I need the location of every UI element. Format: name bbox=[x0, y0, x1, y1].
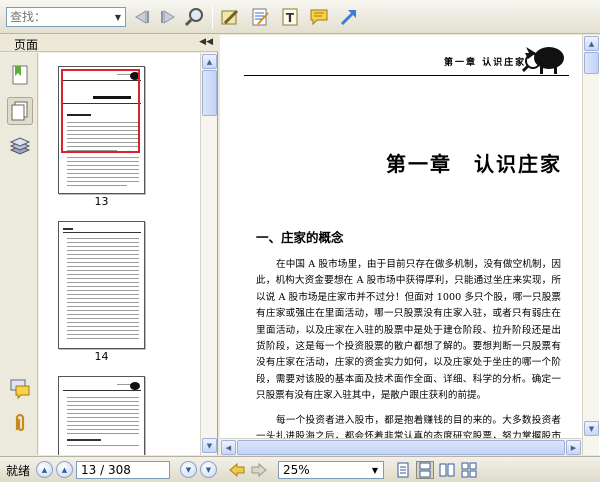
prev-result-icon[interactable] bbox=[131, 6, 153, 28]
last-page-icon[interactable]: ▼ bbox=[200, 461, 217, 478]
side-icon-bar bbox=[0, 53, 38, 455]
search-input[interactable] bbox=[7, 8, 111, 26]
pages-icon[interactable] bbox=[7, 97, 33, 125]
header-rule bbox=[244, 75, 569, 76]
zoom-value: 25% bbox=[283, 463, 310, 477]
thumbnail-label: 14 bbox=[94, 350, 109, 363]
text-tool-icon[interactable]: T bbox=[279, 6, 301, 28]
back-arrow-icon[interactable] bbox=[228, 461, 246, 479]
document-horizontal-scrollbar[interactable]: ◀ ▶ bbox=[220, 438, 582, 455]
continuous-facing-view-icon[interactable] bbox=[460, 461, 478, 479]
svg-text:T: T bbox=[286, 11, 295, 25]
bull-logo-icon bbox=[522, 47, 564, 74]
main-toolbar: ▼ T bbox=[0, 0, 600, 34]
panel-header: 页面 ◀◀ bbox=[0, 35, 218, 52]
chapter-title: 第一章 认识庄家 bbox=[386, 152, 562, 176]
body-text: 在中国 A 股市场里，由于目前只存在做多机制，没有做空机制，因此，机构大资金要想… bbox=[256, 257, 561, 438]
attachment-icon[interactable] bbox=[7, 409, 33, 437]
thumbnail-label: 13 bbox=[94, 195, 109, 208]
search-zoom-icon[interactable] bbox=[184, 6, 206, 28]
next-result-icon[interactable] bbox=[157, 6, 179, 28]
thumbnail-list: 13 14 bbox=[39, 53, 200, 455]
scroll-thumb[interactable] bbox=[202, 70, 217, 116]
continuous-view-icon[interactable] bbox=[416, 461, 434, 479]
next-page-icon[interactable]: ▼ bbox=[180, 461, 197, 478]
paragraph: 在中国 A 股市场里，由于目前只存在做多机制，没有做空机制，因此，机构大资金要想… bbox=[256, 259, 561, 402]
pages-panel: 页面 ◀◀ 13 14 ▲ ▼ bbox=[0, 35, 218, 455]
layers-icon[interactable] bbox=[7, 133, 33, 161]
arrow-tool-icon[interactable] bbox=[338, 6, 360, 28]
page-number-field[interactable]: 13 / 308 bbox=[76, 461, 170, 479]
page-thumbnail-13[interactable] bbox=[58, 66, 145, 194]
zoom-dropdown-icon[interactable]: ▼ bbox=[367, 462, 383, 478]
comment-icon[interactable] bbox=[308, 6, 330, 28]
single-page-view-icon[interactable] bbox=[394, 461, 412, 479]
section-title: 一、庄家的概念 bbox=[256, 230, 344, 245]
status-text: 就绪 bbox=[6, 464, 31, 478]
bookmark-icon[interactable] bbox=[7, 61, 33, 89]
paragraph: 每一个投资者进入股市，都是抱着赚钱的目的来的。大多数投资者一头扎进股海之后，都会… bbox=[256, 414, 561, 438]
scroll-down-icon[interactable]: ▼ bbox=[584, 421, 599, 436]
comments-icon[interactable] bbox=[7, 375, 33, 403]
prev-page-icon[interactable]: ▲ bbox=[56, 461, 73, 478]
scroll-thumb[interactable] bbox=[584, 52, 599, 74]
highlight-pencil-icon[interactable] bbox=[219, 6, 241, 28]
status-bar: 就绪 ▲ ▲ 13 / 308 ▼ ▼ 25% ▼ bbox=[0, 456, 600, 482]
panel-title: 页面 bbox=[14, 38, 39, 52]
search-dropdown-icon[interactable]: ▼ bbox=[111, 8, 125, 26]
scroll-up-icon[interactable]: ▲ bbox=[202, 54, 217, 69]
scroll-right-icon[interactable]: ▶ bbox=[566, 440, 581, 455]
page-thumbnail-15[interactable] bbox=[58, 376, 145, 455]
search-field[interactable]: ▼ bbox=[6, 7, 126, 27]
forward-arrow-icon[interactable] bbox=[250, 461, 268, 479]
scroll-down-icon[interactable]: ▼ bbox=[202, 438, 217, 453]
document-vertical-scrollbar[interactable]: ▲ ▼ bbox=[582, 35, 599, 455]
scroll-thumb[interactable] bbox=[237, 440, 565, 455]
note-pad-icon[interactable] bbox=[249, 6, 271, 28]
page-thumbnail-14[interactable] bbox=[58, 221, 145, 349]
facing-view-icon[interactable] bbox=[438, 461, 456, 479]
zoom-select[interactable]: 25% ▼ bbox=[278, 461, 384, 479]
document-page: 第一章 认识庄家 第一章 认识庄家 一、庄家的概念 在中国 A 股市场里，由于目… bbox=[220, 35, 582, 438]
scroll-left-icon[interactable]: ◀ bbox=[221, 440, 236, 455]
visible-area-indicator[interactable] bbox=[61, 69, 140, 153]
running-header: 第一章 认识庄家 bbox=[444, 58, 527, 68]
scroll-up-icon[interactable]: ▲ bbox=[584, 36, 599, 51]
thumbnail-scrollbar[interactable]: ▲ ▼ bbox=[200, 53, 217, 455]
document-view[interactable]: 第一章 认识庄家 第一章 认识庄家 一、庄家的概念 在中国 A 股市场里，由于目… bbox=[220, 35, 600, 455]
panel-collapse-icon[interactable]: ◀◀ bbox=[199, 37, 213, 47]
first-page-icon[interactable]: ▲ bbox=[36, 461, 53, 478]
